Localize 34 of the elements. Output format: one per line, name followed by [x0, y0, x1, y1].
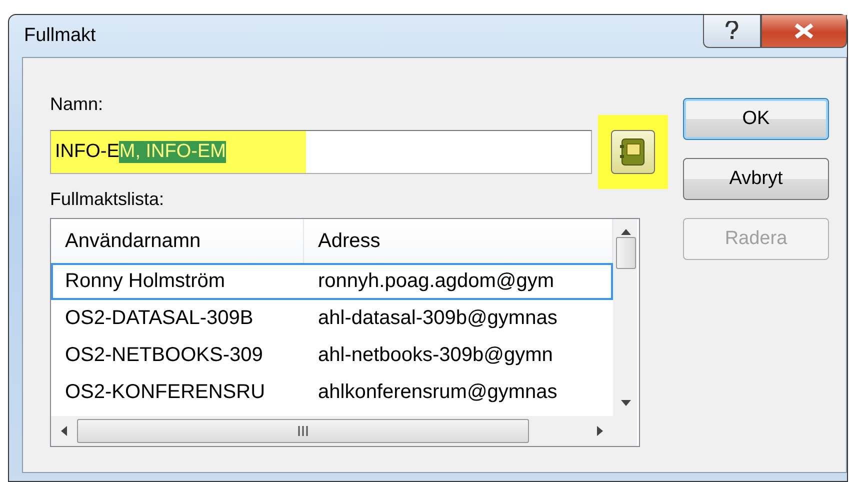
table-cell-text: OS2-KONFERENSRU — [64, 380, 266, 405]
table-cell-text: OS2-NETBOOKS-309 — [64, 343, 264, 368]
window-title: Fullmakt — [23, 25, 96, 47]
table-cell-text: Ronny Holmström — [64, 269, 226, 294]
dialog-button[interactable]: Avbryt — [683, 158, 829, 200]
vertical-scrollbar[interactable] — [613, 219, 637, 416]
close-icon — [793, 23, 815, 39]
table-cell-text: ahlkonferensrum@gymnas — [317, 380, 558, 405]
scroll-left-icon[interactable] — [59, 426, 69, 436]
dialog-button[interactable]: OK — [683, 98, 829, 140]
help-icon — [725, 21, 739, 41]
grip-icon — [297, 426, 309, 436]
table-cell-text: OS2-DATASAL-309B — [64, 306, 254, 331]
address-book-icon — [619, 137, 647, 167]
scroll-thumb[interactable] — [616, 237, 636, 269]
name-field[interactable]: INFO-EM, INFO-EM — [50, 130, 592, 174]
list-row[interactable]: OS2-KONFERENSRU ahlkonferensrum@gymnas — [51, 374, 613, 411]
column-header[interactable]: Användarnamn — [51, 219, 304, 263]
help-button[interactable] — [703, 15, 761, 48]
column-header[interactable]: Adress — [304, 219, 613, 263]
horizontal-scrollbar[interactable] — [51, 416, 613, 446]
list-row[interactable]: OS2-NETBOOKS-309 ahl-netbooks-309b@gymn — [51, 337, 613, 374]
list-label: Fullmaktslista: — [50, 189, 164, 210]
name-label: Namn: — [50, 94, 104, 115]
close-button[interactable] — [761, 15, 847, 48]
list-row[interactable]: Ronny Holmström ronnyh.poag.agdom@gym — [51, 263, 613, 300]
table-cell-text: ahl-netbooks-309b@gymn — [317, 343, 554, 368]
scroll-right-icon[interactable] — [595, 426, 605, 436]
scroll-thumb[interactable] — [77, 419, 529, 443]
address-book-button[interactable] — [611, 130, 655, 174]
list-row[interactable]: OS2-DATASAL-309B ahl-datasal-309b@gymnas — [51, 300, 613, 337]
table-cell-text: ahl-datasal-309b@gymnas — [317, 306, 558, 331]
scroll-down-icon[interactable] — [620, 398, 630, 408]
table-cell-text: ronnyh.poag.agdom@gym — [317, 269, 555, 294]
